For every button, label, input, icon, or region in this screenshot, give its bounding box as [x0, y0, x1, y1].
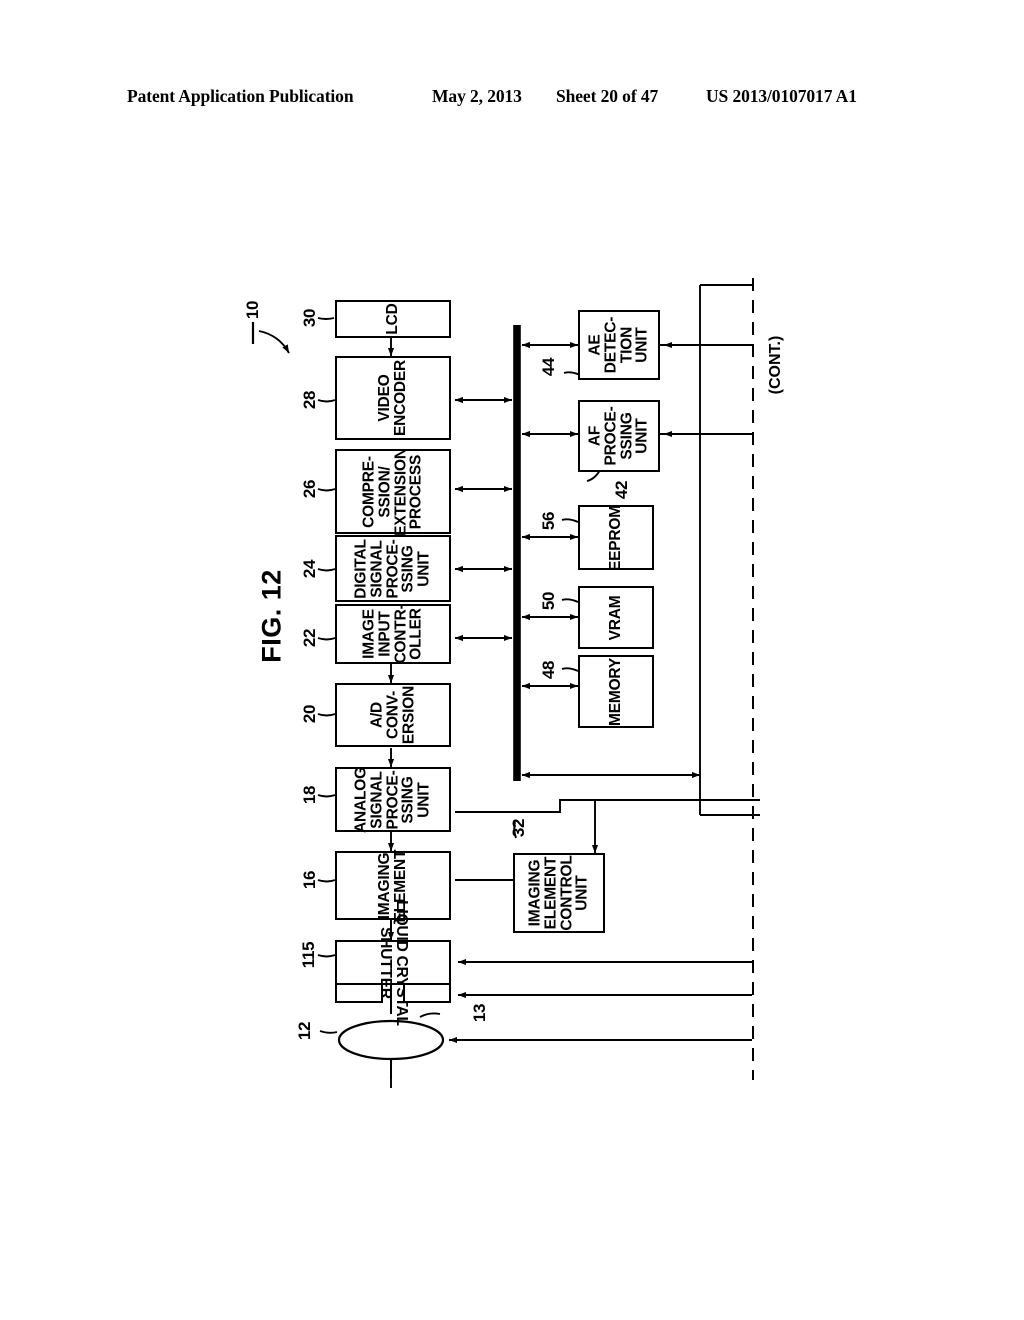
block-vram-label: VRAM: [607, 595, 625, 640]
ref-20: 20: [300, 704, 319, 724]
continuation-label: (CONT.): [767, 335, 784, 395]
ref-system-10: 10: [243, 300, 262, 320]
shutter-electrode-left: [335, 985, 383, 1003]
block-memory: MEMORY: [578, 655, 654, 728]
shutter-electrode-right: [403, 985, 451, 1003]
block-af-processing-unit: AF PROCE- SSING UNIT: [578, 400, 660, 472]
figure-wiring-layer: [251, 278, 760, 1088]
block-video-encoder: VIDEO ENCODER: [335, 356, 451, 440]
block-eeprom: EEPROM: [578, 505, 654, 570]
block-liquid-crystal-shutter-label: LIQUID CRYSTAL SHUTTER: [377, 899, 410, 1026]
ref-50: 50: [539, 591, 558, 611]
ref-18: 18: [300, 785, 319, 805]
ref-24: 24: [300, 559, 319, 579]
block-compression-extension: COMPRE- SSION/ EXTENSION PROCESS: [335, 447, 451, 536]
block-ad-conversion: A/D CONV- ERSION: [335, 683, 451, 747]
ref-30: 30: [300, 308, 319, 328]
block-analog-signal-processing: ANALOG SIGNAL PROCE- SSING UNIT: [335, 767, 451, 832]
block-video-encoder-label: VIDEO ENCODER: [376, 359, 409, 437]
ref-115: 115: [299, 941, 318, 969]
ref-22: 22: [300, 628, 319, 648]
ref-32: 32: [509, 818, 528, 838]
ref-48: 48: [539, 660, 558, 680]
block-imaging-element-control-unit: IMAGING ELEMENT CONTROL UNIT: [513, 853, 605, 933]
block-af-processing-unit-label: AF PROCE- SSING UNIT: [586, 406, 651, 466]
block-ad-conversion-label: A/D CONV- ERSION: [368, 685, 417, 745]
ref-13: 13: [470, 1003, 489, 1023]
block-ae-detection-unit: AE DETEC- TION UNIT: [578, 310, 660, 380]
block-lcd-label: LCD: [384, 303, 402, 335]
ref-28: 28: [300, 390, 319, 410]
ref-44: 44: [539, 357, 558, 377]
ref-42: 42: [612, 480, 631, 500]
figure-12-drawing: FIG. 12 10 (CONT.) LCD 30 VIDEO ENCODER …: [0, 0, 1024, 1320]
block-image-input-controller-label: IMAGE INPUT CONTR- OLLER: [360, 604, 425, 664]
block-digital-signal-processing-label: DIGITAL SIGNAL PROCE- SSING UNIT: [352, 538, 433, 599]
block-liquid-crystal-shutter: LIQUID CRYSTAL SHUTTER: [335, 900, 451, 1025]
block-digital-signal-processing: DIGITAL SIGNAL PROCE- SSING UNIT: [335, 535, 451, 602]
block-compression-extension-label: COMPRE- SSION/ EXTENSION PROCESS: [360, 447, 425, 536]
block-lcd: LCD: [335, 300, 451, 338]
figure-title: FIG. 12: [256, 569, 287, 663]
block-imaging-element-control-unit-label: IMAGING ELEMENT CONTROL UNIT: [526, 855, 591, 931]
block-vram: VRAM: [578, 586, 654, 649]
ref-26: 26: [300, 479, 319, 499]
block-image-input-controller: IMAGE INPUT CONTR- OLLER: [335, 604, 451, 664]
ref-56: 56: [539, 511, 558, 531]
block-memory-label: MEMORY: [607, 657, 625, 726]
block-analog-signal-processing-label: ANALOG SIGNAL PROCE- SSING UNIT: [352, 766, 433, 833]
block-eeprom-label: EEPROM: [607, 504, 625, 571]
ref-16: 16: [300, 870, 319, 890]
block-ae-detection-unit-label: AE DETEC- TION UNIT: [586, 316, 651, 374]
ref-12: 12: [295, 1021, 314, 1041]
